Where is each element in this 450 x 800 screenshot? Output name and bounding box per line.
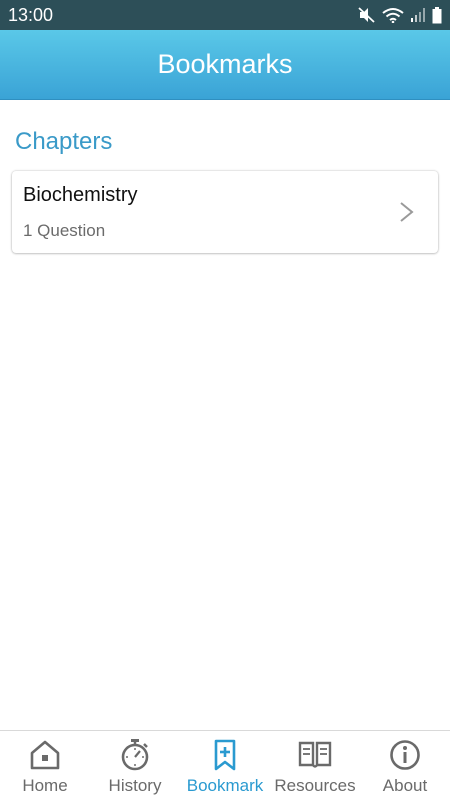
status-icons [358, 6, 442, 24]
section-title-chapters: Chapters [15, 128, 113, 155]
wifi-icon [382, 8, 404, 23]
nav-item-bookmark[interactable]: Bookmark [180, 731, 270, 800]
chapter-question-count: 1 Question [23, 221, 106, 240]
bookmark-plus-icon [214, 739, 236, 771]
nav-label-about: About [382, 776, 428, 795]
bottom-nav: Home History Bookmark Resources About [0, 730, 450, 800]
status-time: 13:00 [8, 4, 54, 25]
info-icon [390, 740, 420, 770]
nav-item-about[interactable]: About [360, 731, 450, 800]
nav-item-resources[interactable]: Resources [270, 731, 360, 800]
nav-label-history: History [108, 776, 162, 795]
chevron-right-icon [400, 202, 414, 222]
nav-label-bookmark: Bookmark [186, 776, 264, 795]
nav-item-history[interactable]: History [90, 731, 180, 800]
app-bar: Bookmarks [0, 30, 450, 100]
battery-icon [432, 6, 442, 23]
chapter-name: Biochemistry [23, 184, 138, 206]
home-icon [30, 740, 60, 770]
nav-item-home[interactable]: Home [0, 731, 90, 800]
page-title: Bookmarks [157, 49, 293, 79]
mute-icon [358, 7, 375, 23]
nav-label-home: Home [22, 776, 68, 795]
chapter-card-biochemistry[interactable]: Biochemistry 1 Question [12, 171, 438, 253]
stopwatch-icon [121, 739, 149, 771]
signal-icon [411, 8, 425, 22]
nav-label-resources: Resources [274, 776, 356, 795]
open-book-icon [298, 741, 332, 768]
status-bar: 13:00 [0, 0, 450, 30]
